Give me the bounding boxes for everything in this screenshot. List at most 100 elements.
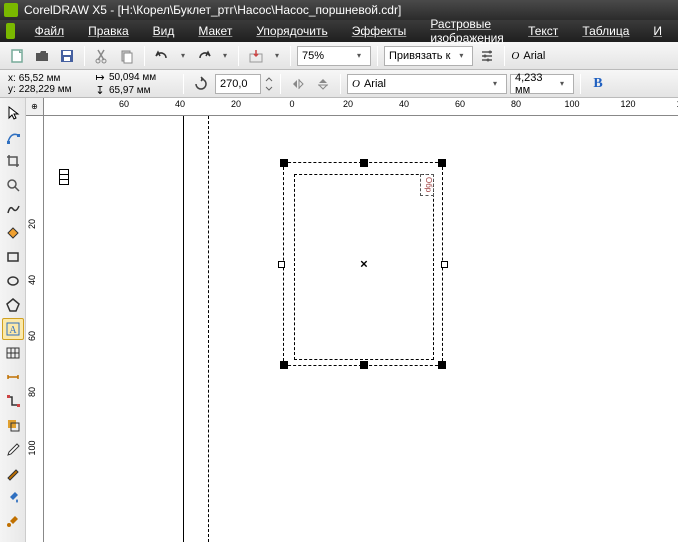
separator bbox=[183, 74, 184, 94]
x-label: x: bbox=[8, 73, 16, 84]
effects-tool[interactable] bbox=[2, 414, 24, 436]
undo-button[interactable] bbox=[151, 45, 173, 67]
menu-text[interactable]: Текст bbox=[518, 22, 568, 40]
copy-button[interactable] bbox=[116, 45, 138, 67]
redo-dropdown[interactable]: ▾ bbox=[218, 51, 232, 60]
zoom-tool[interactable] bbox=[2, 174, 24, 196]
ruler-tick: 20 bbox=[343, 99, 353, 109]
menu-arrange[interactable]: Упорядочить bbox=[246, 22, 337, 40]
handle-sw[interactable] bbox=[280, 361, 288, 369]
ruler-tick: 20 bbox=[27, 219, 37, 229]
shape-tool[interactable] bbox=[2, 126, 24, 148]
drawing-canvas[interactable]: ✕ Обр bbox=[44, 116, 678, 542]
ruler-tick: 100 bbox=[27, 440, 37, 455]
separator bbox=[84, 46, 85, 66]
rotation-value: 270,0 bbox=[220, 78, 248, 90]
separator bbox=[290, 46, 291, 66]
ellipse-tool[interactable] bbox=[2, 270, 24, 292]
menu-table[interactable]: Таблица bbox=[572, 22, 639, 40]
dimension-tool[interactable] bbox=[2, 366, 24, 388]
rectangle-tool[interactable] bbox=[2, 246, 24, 268]
handle-s[interactable] bbox=[360, 361, 368, 369]
rotation-input[interactable]: 270,0 bbox=[215, 74, 261, 94]
svg-text:A: A bbox=[9, 325, 17, 336]
chevron-down-icon: ▾ bbox=[454, 51, 468, 60]
outline-tool[interactable] bbox=[2, 462, 24, 484]
font-size-value: 4,233 мм bbox=[515, 72, 555, 96]
toolbox: A bbox=[0, 98, 26, 542]
bold-button[interactable]: B bbox=[587, 73, 609, 95]
font-icon: O bbox=[511, 50, 519, 62]
menu-view[interactable]: Вид bbox=[143, 22, 185, 40]
app-menu-icon[interactable] bbox=[6, 23, 15, 39]
zoom-combo[interactable]: 75% ▾ bbox=[297, 46, 371, 66]
chevron-down-icon: ▾ bbox=[488, 79, 502, 88]
menu-layout[interactable]: Макет bbox=[188, 22, 242, 40]
connector-tool[interactable] bbox=[2, 390, 24, 412]
height-value[interactable]: 65,97 мм bbox=[109, 85, 151, 96]
import-button[interactable] bbox=[245, 45, 267, 67]
text-tool[interactable]: A bbox=[2, 318, 24, 340]
snap-to-combo[interactable]: Привязать к ▾ bbox=[384, 46, 473, 66]
font-combo[interactable]: O Arial bbox=[511, 50, 672, 62]
pick-tool[interactable] bbox=[2, 102, 24, 124]
spinner-icon[interactable] bbox=[264, 74, 274, 94]
width-value[interactable]: 50,094 мм bbox=[109, 72, 156, 83]
redo-button[interactable] bbox=[193, 45, 215, 67]
handle-se[interactable] bbox=[438, 361, 446, 369]
vertical-ruler[interactable]: 20 40 60 80 100 bbox=[26, 116, 44, 542]
smart-fill-tool[interactable] bbox=[2, 222, 24, 244]
mirror-v-button[interactable] bbox=[312, 73, 334, 95]
ruler-origin[interactable]: ⊕ bbox=[26, 98, 44, 116]
text-content[interactable]: Обр bbox=[420, 174, 434, 196]
menu-tools[interactable]: И bbox=[643, 22, 672, 40]
open-button[interactable] bbox=[31, 45, 53, 67]
width-icon: ↦ bbox=[93, 71, 107, 84]
x-value[interactable]: 65,52 мм bbox=[19, 73, 61, 84]
ruler-tick: 40 bbox=[399, 99, 409, 109]
menu-edit[interactable]: Правка bbox=[78, 22, 139, 40]
separator bbox=[238, 46, 239, 66]
separator bbox=[377, 46, 378, 66]
cut-button[interactable] bbox=[91, 45, 113, 67]
fill-tool[interactable] bbox=[2, 486, 24, 508]
ruler-tick: 100 bbox=[564, 99, 579, 109]
eyedropper-tool[interactable] bbox=[2, 438, 24, 460]
text-frame[interactable] bbox=[294, 174, 434, 360]
crop-tool[interactable] bbox=[2, 150, 24, 172]
separator bbox=[580, 74, 581, 94]
handle-n[interactable] bbox=[360, 159, 368, 167]
mirror-h-button[interactable] bbox=[287, 73, 309, 95]
import-dropdown[interactable]: ▾ bbox=[270, 51, 284, 60]
font-name: Arial bbox=[523, 50, 545, 62]
save-button[interactable] bbox=[56, 45, 78, 67]
menu-file[interactable]: Файл bbox=[25, 22, 75, 40]
guideline[interactable] bbox=[208, 116, 209, 542]
interactive-fill-tool[interactable] bbox=[2, 510, 24, 532]
chevron-down-icon: ▾ bbox=[352, 51, 366, 60]
text-font-combo[interactable]: O Arial ▾ bbox=[347, 74, 507, 94]
separator bbox=[340, 74, 341, 94]
polygon-tool[interactable] bbox=[2, 294, 24, 316]
menu-bitmaps[interactable]: Растровые изображения bbox=[420, 15, 514, 47]
new-button[interactable] bbox=[6, 45, 28, 67]
height-icon: ↧ bbox=[93, 84, 107, 97]
ruler-indent-markers[interactable] bbox=[59, 169, 69, 184]
ruler-tick: 40 bbox=[175, 99, 185, 109]
font-size-combo[interactable]: 4,233 мм ▾ bbox=[510, 74, 574, 94]
undo-dropdown[interactable]: ▾ bbox=[176, 51, 190, 60]
font-icon: O bbox=[352, 78, 360, 90]
ruler-tick: 60 bbox=[119, 99, 129, 109]
handle-w[interactable] bbox=[278, 261, 285, 268]
options-button[interactable] bbox=[476, 45, 498, 67]
canvas-area[interactable]: ⊕ 60 40 20 0 20 40 60 80 100 120 140 20 … bbox=[26, 98, 678, 542]
handle-nw[interactable] bbox=[280, 159, 288, 167]
menu-effects[interactable]: Эффекты bbox=[342, 22, 417, 40]
handle-e[interactable] bbox=[441, 261, 448, 268]
table-tool[interactable] bbox=[2, 342, 24, 364]
freehand-tool[interactable] bbox=[2, 198, 24, 220]
y-label: y: bbox=[8, 84, 16, 95]
handle-ne[interactable] bbox=[438, 159, 446, 167]
y-value[interactable]: 228,229 мм bbox=[19, 84, 72, 95]
horizontal-ruler[interactable]: 60 40 20 0 20 40 60 80 100 120 140 bbox=[44, 98, 678, 116]
